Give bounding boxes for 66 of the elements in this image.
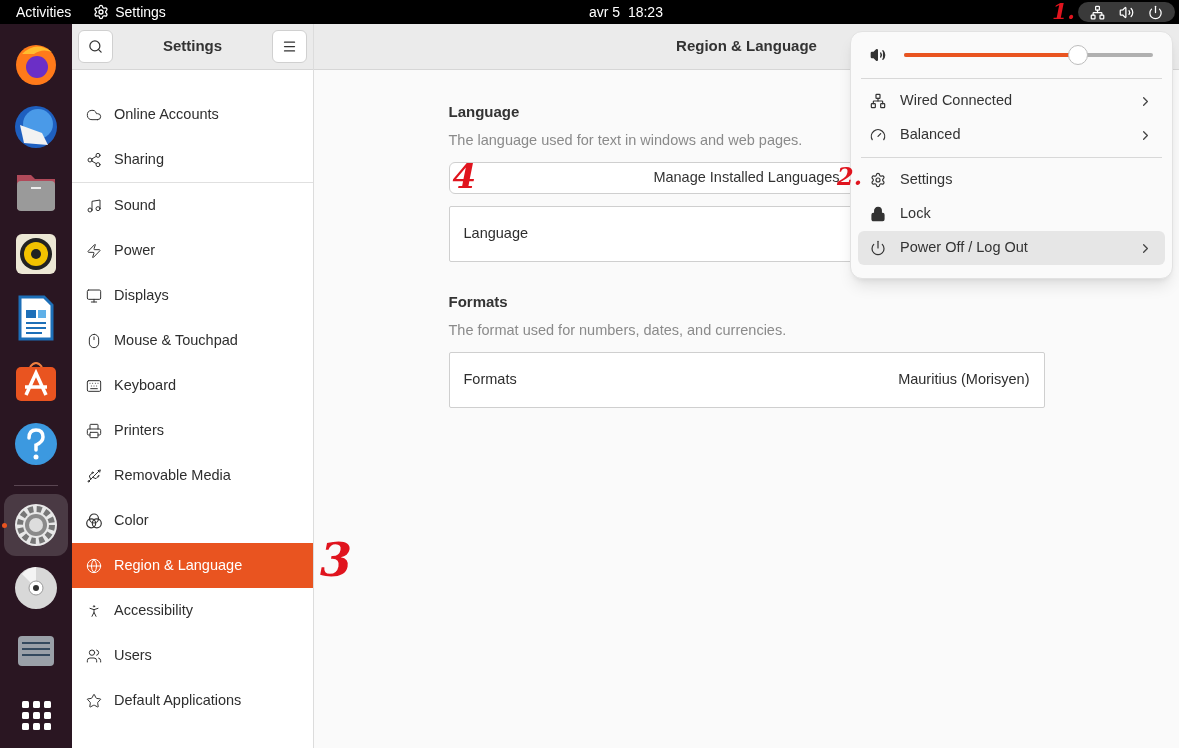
globe-icon (86, 557, 102, 574)
volume-icon (870, 47, 886, 63)
annotation: 3 (320, 537, 352, 583)
monitor-icon (86, 287, 102, 304)
window-title: Region & Language (676, 36, 817, 57)
sidebar-item[interactable]: Displays (72, 273, 313, 318)
annotation: 4 (452, 158, 477, 193)
person-icon (86, 602, 102, 619)
search-icon (88, 39, 103, 54)
color-circles-icon (86, 512, 102, 529)
slider-handle[interactable] (1068, 45, 1089, 65)
dock-item[interactable] (4, 494, 68, 556)
power-icon (870, 240, 886, 256)
section-description: The language used for text in windows and web pages. (448, 131, 803, 150)
system-tray[interactable] (1078, 2, 1175, 22)
mouse-icon (86, 332, 102, 349)
keyboard-icon (86, 377, 102, 394)
lock-icon (870, 206, 886, 222)
sidebar-item[interactable]: Keyboard (72, 363, 313, 408)
menu-item[interactable]: Balanced (858, 118, 1165, 152)
gauge-icon (870, 127, 886, 143)
section-title: Formats (448, 291, 509, 312)
row-label[interactable]: Language (463, 222, 528, 245)
row-label[interactable]: Formats (463, 368, 517, 391)
usb-icon (86, 467, 102, 484)
annotation: 2. (837, 165, 863, 189)
sidebar-item[interactable]: Removable Media (72, 453, 313, 498)
search-button[interactable] (78, 30, 113, 63)
menu-item[interactable]: Wired Connected (858, 84, 1165, 118)
sidebar-item[interactable]: Region & Language (72, 543, 313, 588)
sidebar-item[interactable]: Default Applications (72, 678, 313, 723)
menu-item[interactable]: Lock (858, 197, 1165, 231)
share-icon (86, 151, 102, 168)
sidebar-item[interactable]: Mouse & Touchpad (72, 318, 313, 363)
sidebar-item[interactable]: Sound (72, 183, 313, 228)
star-icon (86, 692, 102, 709)
sidebar-item[interactable]: Online Accounts (72, 92, 313, 137)
menu-icon (282, 39, 297, 54)
annotation: 1. (1052, 0, 1075, 22)
music-note-icon (86, 197, 102, 214)
network-icon (870, 93, 886, 109)
network-icon (1090, 4, 1105, 20)
lightning-icon (86, 242, 102, 259)
app-menu[interactable]: Settings (93, 1, 166, 23)
gear-icon (93, 4, 110, 20)
menu-item[interactable]: Power Off / Log Out (858, 231, 1165, 265)
volume-icon (1119, 4, 1134, 20)
sidebar-title: Settings (162, 36, 223, 57)
clock[interactable]: avr 5 18:23 (589, 1, 663, 23)
sidebar-item[interactable]: Sharing (72, 137, 313, 182)
users-icon (86, 647, 102, 664)
menu-button[interactable] (272, 30, 307, 63)
sidebar-item[interactable]: Power (72, 228, 313, 273)
power-icon (1148, 4, 1163, 20)
row-value[interactable]: Mauritius (Morisyen) (898, 368, 1030, 391)
section-title: Language (448, 102, 521, 122)
sidebar-item[interactable]: Color (72, 498, 313, 543)
activities-button[interactable]: Activities (16, 1, 72, 23)
sidebar-item[interactable]: Accessibility (72, 588, 313, 633)
running-indicator (2, 523, 7, 529)
sidebar-item[interactable]: Users (72, 633, 313, 678)
settings-icon (870, 172, 886, 188)
section-description: The format used for numbers, dates, and currencies. (448, 320, 787, 340)
sidebar-item[interactable]: Printers (72, 408, 313, 453)
volume-slider[interactable] (904, 45, 1153, 65)
printer-icon (86, 422, 102, 439)
